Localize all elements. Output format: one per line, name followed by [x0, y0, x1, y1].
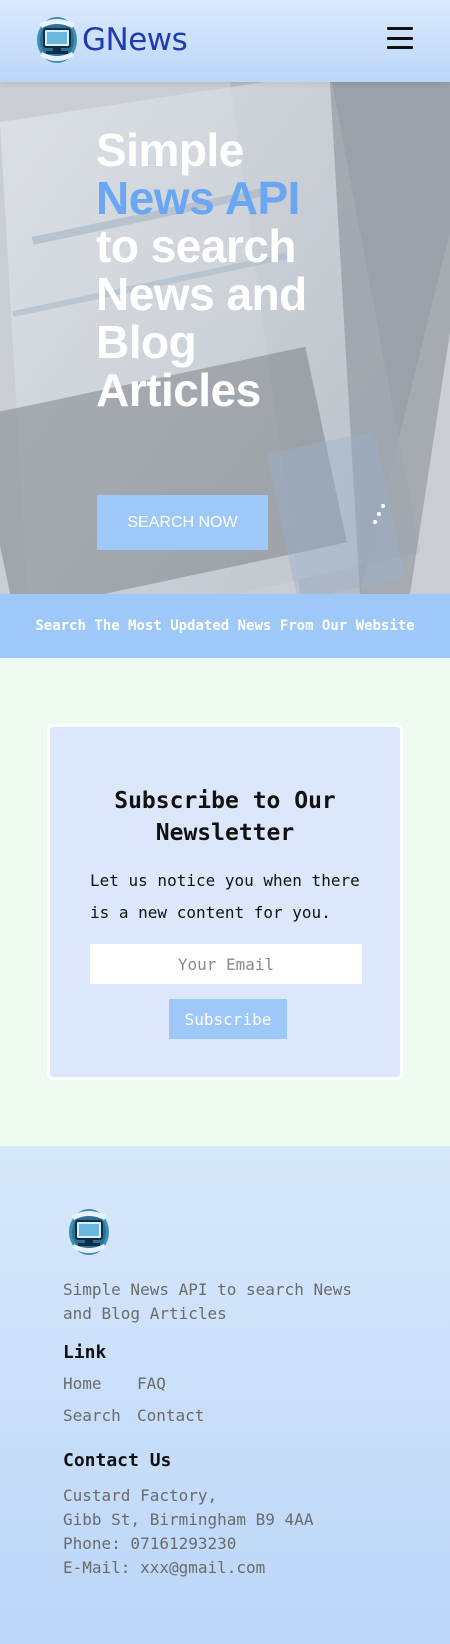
footer-link-contact[interactable]: Contact — [137, 1406, 204, 1426]
hero-title-line: Blog — [96, 316, 197, 368]
hero-title-line: Simple — [96, 124, 244, 176]
newsletter-title: Subscribe to Our Newsletter — [114, 788, 336, 846]
hero-title-line: News and — [96, 268, 307, 320]
hero-title: Simple News API to search News and Blog … — [96, 126, 396, 414]
hero-section: Simple News API to search News and Blog … — [0, 82, 450, 594]
address-line: Custard Factory, — [63, 1486, 218, 1505]
footer-link-home[interactable]: Home — [63, 1374, 137, 1394]
address-line: Gibb St, Birmingham B9 4AA — [63, 1510, 314, 1529]
banner-text: Search The Most Updated News From Our We… — [35, 618, 415, 634]
hero-title-line: Articles — [96, 364, 261, 416]
site-footer: Simple News API to search News and Blog … — [0, 1146, 450, 1644]
hero-title-accent: News API — [96, 172, 300, 224]
contact-info: Custard Factory, Gibb St, Birmingham B9 … — [63, 1484, 313, 1580]
newsletter-card: Subscribe to Our Newsletter Let us notic… — [47, 724, 403, 1080]
email-text: E-Mail: xxx@gmail.com — [63, 1558, 266, 1577]
phone-text: Phone: 07161293230 — [63, 1534, 237, 1553]
school-of-code-logo-icon — [69, 1209, 109, 1255]
subscribe-button[interactable]: Subscribe — [169, 999, 287, 1039]
hamburger-menu-icon[interactable] — [387, 27, 413, 49]
footer-description: Simple News API to search News and Blog … — [63, 1280, 352, 1323]
footer-links: Home FAQ Search Contact — [63, 1374, 204, 1426]
hero-title-line: to search — [96, 220, 297, 272]
brand-name: GNews — [82, 22, 188, 58]
school-of-code-logo-icon — [37, 17, 77, 63]
email-input[interactable] — [90, 944, 362, 984]
info-banner: Search The Most Updated News From Our We… — [0, 594, 450, 658]
links-heading: Link — [63, 1342, 107, 1363]
home-logo-link[interactable]: GNews — [34, 14, 188, 66]
footer-link-faq[interactable]: FAQ — [137, 1374, 204, 1394]
footer-link-search[interactable]: Search — [63, 1406, 137, 1426]
search-now-button[interactable]: SEARCH NOW — [97, 495, 268, 550]
contact-heading: Contact Us — [63, 1450, 172, 1471]
newsletter-section: Subscribe to Our Newsletter Let us notic… — [0, 658, 450, 1146]
newsletter-description: Let us notice you when there is a new co… — [90, 871, 360, 922]
site-header: GNews — [0, 0, 450, 82]
